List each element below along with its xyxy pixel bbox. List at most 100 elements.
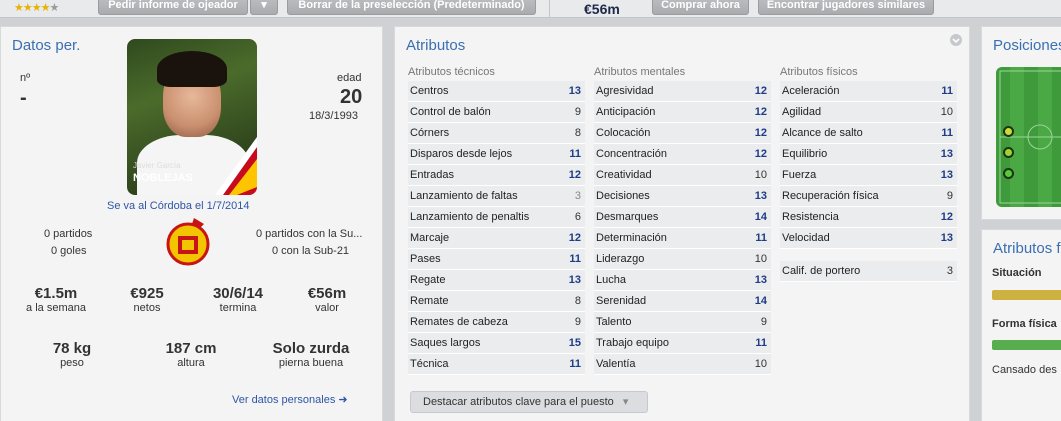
photo-name: NOBLEJAS	[133, 172, 193, 184]
attribute-value: 8	[574, 295, 581, 307]
attribute-name: Control de balón	[410, 106, 491, 118]
weight-label: peso	[60, 357, 84, 369]
attribute-name: Remates de cabeza	[410, 316, 508, 328]
attribute-row: Trabajo equipo 11	[594, 333, 771, 354]
attribute-row: Alcance de salto 11	[780, 123, 957, 144]
arrow-right-icon: ➜	[338, 394, 348, 406]
attribute-value: 13	[568, 274, 581, 286]
attribute-row: Agilidad 10	[780, 102, 957, 123]
attribute-row: Córners 8	[408, 123, 585, 144]
attribute-name: Alcance de salto	[782, 127, 863, 139]
attribute-value: 11	[569, 358, 581, 370]
attribute-value: 11	[569, 148, 581, 160]
attribute-value: 13	[568, 85, 581, 97]
attribute-row: Anticipación 12	[594, 102, 771, 123]
attribute-name: Serenidad	[596, 295, 647, 307]
attribute-value: 12	[568, 232, 581, 244]
attribute-name: Velocidad	[782, 232, 830, 244]
height-value: 187 cm	[165, 340, 217, 357]
attribute-value: 14	[754, 211, 767, 223]
attribute-value: 3	[574, 190, 581, 202]
star-empty-icon: ★	[49, 2, 60, 14]
attribute-row: Agresividad 12	[594, 81, 771, 102]
market-label: valor	[315, 302, 339, 314]
contract-value: 30/6/14	[212, 285, 264, 302]
attribute-row: Control de balón 9	[408, 102, 585, 123]
situation-label: Situación	[992, 267, 1042, 279]
attribute-row: Colocación 12	[594, 123, 771, 144]
attribute-value: 13	[940, 148, 953, 160]
age-label: edad	[337, 72, 362, 84]
remove-shortlist-button[interactable]: Borrar de la preselección (Predeterminad…	[287, 0, 536, 15]
attribute-value: 6	[574, 211, 581, 223]
attribute-value: 9	[574, 316, 581, 328]
attribute-name: Pases	[410, 253, 441, 265]
collapse-icon[interactable]	[950, 34, 962, 46]
attribute-value: 11	[755, 232, 767, 244]
attribute-row: Saques largos 15	[408, 333, 585, 354]
physical-header: Atributos físicos	[780, 66, 858, 78]
net-label: netos	[133, 302, 161, 314]
attribute-value: 11	[941, 85, 953, 97]
attribute-value: 12	[568, 169, 581, 181]
attribute-row: Regate 13	[408, 270, 585, 291]
federation-crest-icon	[166, 218, 210, 266]
net-value: €925	[130, 285, 164, 302]
attribute-value: 10	[940, 106, 953, 118]
attribute-value: 15	[568, 337, 581, 349]
wage-label: a la semana	[26, 302, 86, 314]
scout-report-button[interactable]: Pedir informe de ojeador	[98, 0, 248, 15]
attribute-name: Desmarques	[596, 211, 659, 223]
attribute-name: Lanzamiento de faltas	[410, 190, 518, 202]
attribute-name: Agresividad	[596, 85, 654, 97]
attribute-row: Talento 9	[594, 312, 771, 333]
attribute-name: Equilibrio	[782, 148, 828, 160]
attribute-row: Lanzamiento de faltas 3	[408, 186, 585, 207]
attribute-name: Calif. de portero	[782, 265, 861, 277]
attribute-value: 13	[754, 190, 767, 202]
number-value: -	[20, 87, 27, 109]
panel-title: Datos per.	[12, 37, 81, 54]
attribute-row: Aceleración 11	[780, 81, 957, 102]
buy-now-button[interactable]: Comprar ahora	[652, 0, 749, 15]
contract-label: termina	[219, 302, 257, 314]
attribute-row: Serenidad 14	[594, 291, 771, 312]
attribute-name: Lucha	[596, 274, 626, 286]
attribute-name: Remate	[410, 295, 449, 307]
birth-date: 18/3/1993	[309, 110, 358, 122]
toolbar-divider	[549, 0, 550, 18]
attribute-name: Técnica	[410, 358, 449, 370]
photo-name-small: Javier García	[133, 161, 181, 170]
attribute-name: Anticipación	[596, 106, 656, 118]
star-icon: ★	[22, 2, 33, 14]
attribute-name: Córners	[410, 127, 450, 139]
find-similar-button[interactable]: Encontrar jugadores similares	[758, 0, 934, 15]
attribute-value: 12	[754, 148, 767, 160]
attribute-row: Concentración 12	[594, 144, 771, 165]
foot-value: Solo zurda	[272, 340, 350, 357]
attribute-value: 11	[755, 337, 767, 349]
scout-report-dropdown[interactable]: ▾	[250, 0, 278, 15]
panel-title: Atributos f	[993, 240, 1061, 257]
highlight-key-attributes-button[interactable]: Destacar atributos clave para el puesto …	[410, 391, 648, 413]
attribute-value: 9	[760, 316, 767, 328]
chevron-down-icon: ▾	[622, 396, 629, 408]
transfer-note[interactable]: Se va al Córdoba el 1/7/2014	[107, 200, 250, 212]
positions-pitch	[996, 67, 1061, 207]
attribute-value: 13	[754, 274, 767, 286]
attribute-row: Fuerza 13	[780, 165, 957, 186]
fitness-label: Forma física	[992, 318, 1057, 330]
attribute-name: Regate	[410, 274, 446, 286]
technical-attributes-list: Centros 13 Control de balón 9 Córners 8 Dispar…	[408, 81, 585, 375]
attribute-value: 14	[754, 295, 767, 307]
star-icon: ★	[40, 2, 51, 14]
attribute-row: Técnica 11	[408, 354, 585, 375]
attribute-name: Determinación	[596, 232, 667, 244]
attribute-value: 13	[940, 169, 953, 181]
attribute-row: Valentía 10	[594, 354, 771, 375]
attribute-name: Disparos desde lejos	[410, 148, 513, 160]
personal-details-link[interactable]: Ver datos personales ➜	[232, 393, 348, 406]
foot-label: pierna buena	[278, 357, 344, 369]
attribute-name: Decisiones	[596, 190, 650, 202]
attribute-value: 13	[940, 232, 953, 244]
